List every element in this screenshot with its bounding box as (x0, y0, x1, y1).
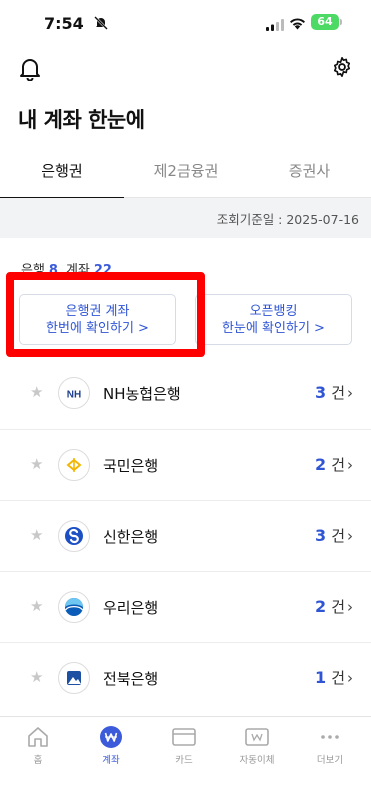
account-count-label: 계좌 (65, 263, 90, 278)
nav-auto-transfer[interactable]: 자동이체 (227, 725, 287, 766)
bank-name: NH농협은행 (103, 385, 181, 403)
kb-bank-logo-icon (58, 449, 90, 481)
query-date: 조회기준일 : 2025-07-16 (216, 212, 359, 227)
svg-text:NH: NH (67, 390, 81, 401)
more-dots-icon (300, 725, 360, 749)
bank-name: 신한은행 (103, 528, 159, 546)
count-number: 3 (315, 383, 327, 402)
bank-row-woori[interactable]: ★ 우리은행 2 건 › (0, 571, 371, 642)
bank-accounts-check-button[interactable]: 은행권 계좌 한번에 확인하기 > (19, 294, 176, 345)
shinhan-bank-logo-icon (58, 520, 90, 552)
count-unit: 건 (331, 527, 345, 545)
bank-row-jb[interactable]: ★ 전북은행 1 건 › (0, 642, 371, 713)
battery-tip (340, 19, 342, 25)
count-unit: 건 (331, 598, 345, 616)
bank-count-label: 은행 (21, 263, 45, 278)
nav-more[interactable]: 더보기 (300, 725, 360, 766)
home-icon (8, 725, 68, 749)
account-count: 3 건 › (315, 382, 353, 403)
woori-bank-logo-icon (58, 591, 90, 623)
bottom-navigation: 홈 계좌 카드 자동이체 더보기 (0, 716, 371, 800)
nav-label: 자동이체 (239, 755, 275, 766)
favorite-star-icon[interactable]: ★ (30, 385, 43, 400)
query-date-bar: 조회기준일 : 2025-07-16 (0, 198, 371, 238)
settings-gear-icon[interactable] (331, 56, 353, 82)
favorite-star-icon[interactable]: ★ (30, 457, 43, 472)
tab-bank[interactable]: 은행권 (0, 152, 124, 199)
chevron-right-icon: › (347, 669, 353, 687)
account-count: 2 건 › (315, 454, 353, 475)
chevron-right-icon: › (347, 456, 353, 474)
favorite-star-icon[interactable]: ★ (30, 528, 43, 543)
nh-bank-logo-icon: NH (58, 377, 90, 409)
account-count: 3 건 › (315, 525, 353, 546)
status-bar: 7:54 64 (0, 0, 371, 46)
nav-label: 홈 (33, 755, 43, 766)
tab-securities[interactable]: 증권사 (248, 152, 371, 198)
battery-icon: 64 (311, 14, 339, 30)
institution-tabs: 은행권 제2금융권 증권사 (0, 152, 371, 199)
chevron-right-icon: › (347, 598, 353, 616)
shortcut-line2: 한눈에 확인하기 > (222, 321, 325, 336)
bell-muted-icon (94, 15, 108, 34)
favorite-star-icon[interactable]: ★ (30, 670, 43, 685)
bank-count: 8 (48, 263, 58, 278)
favorite-star-icon[interactable]: ★ (30, 599, 43, 614)
bank-name: 전북은행 (103, 670, 159, 688)
bank-name: 국민은행 (103, 457, 159, 475)
account-count: 1 건 › (315, 667, 353, 688)
page-title: 내 계좌 한눈에 (18, 108, 145, 132)
count-unit: 건 (331, 456, 345, 474)
nav-account[interactable]: 계좌 (81, 725, 141, 766)
account-won-icon (81, 725, 141, 749)
bank-row-nh[interactable]: ★ NH NH농협은행 3 건 › (0, 358, 371, 429)
count-number: 2 (315, 597, 327, 616)
shortcut-line1: 은행권 계좌 (65, 304, 130, 319)
open-banking-check-button[interactable]: 오픈뱅킹 한눈에 확인하기 > (195, 294, 352, 345)
account-summary: 은행 8 계좌 22 (21, 259, 120, 278)
clock: 7:54 (44, 14, 84, 33)
bank-name: 우리은행 (103, 599, 159, 617)
nav-home[interactable]: 홈 (8, 725, 68, 766)
nav-card[interactable]: 카드 (154, 725, 214, 766)
tab-secondary-finance[interactable]: 제2금융권 (124, 152, 248, 198)
auto-transfer-icon (227, 725, 287, 749)
notification-bell-icon[interactable] (19, 57, 41, 85)
nav-label: 더보기 (316, 755, 344, 766)
cellular-signal-icon (266, 16, 284, 35)
shortcut-line2: 한번에 확인하기 > (46, 321, 149, 336)
count-number: 2 (315, 455, 327, 474)
nav-label: 계좌 (102, 755, 120, 766)
jb-bank-logo-icon (58, 662, 90, 694)
count-number: 3 (315, 526, 327, 545)
count-unit: 건 (331, 384, 345, 402)
count-number: 1 (315, 668, 327, 687)
card-icon (154, 725, 214, 749)
bank-row-kb[interactable]: ★ 국민은행 2 건 › (0, 429, 371, 500)
shortcut-line1: 오픈뱅킹 (249, 304, 298, 319)
wifi-icon (289, 15, 306, 34)
chevron-right-icon: › (347, 527, 353, 545)
nav-label: 카드 (175, 755, 193, 766)
bank-row-shinhan[interactable]: ★ 신한은행 3 건 › (0, 500, 371, 571)
count-unit: 건 (331, 669, 345, 687)
chevron-right-icon: › (347, 384, 353, 402)
account-count: 2 건 › (315, 596, 353, 617)
account-count: 22 (93, 263, 112, 278)
